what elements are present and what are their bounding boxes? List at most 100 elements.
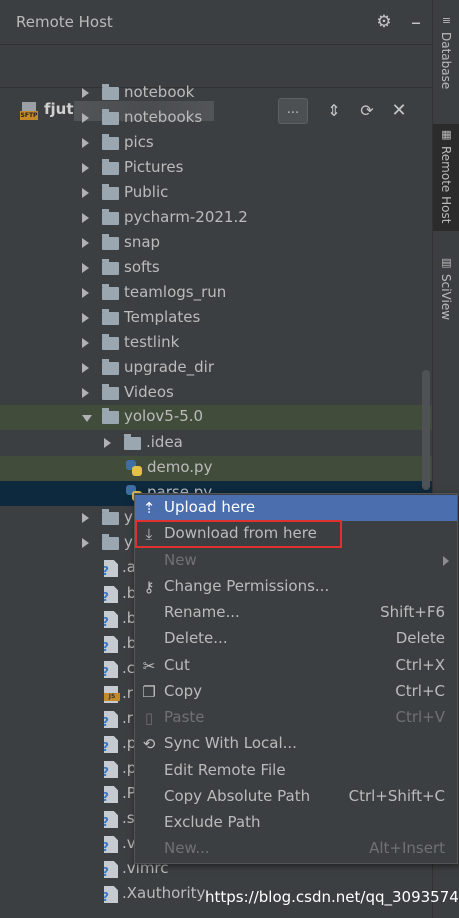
folder-icon [102,109,119,125]
menu-item-edit-remote-file[interactable]: Edit Remote File [135,758,457,784]
unknown-file-icon: ? [104,711,118,728]
tree-row[interactable]: demo.py [0,456,432,481]
collapsed-arrow-icon[interactable] [82,288,89,298]
tree-row[interactable]: snap [0,231,432,256]
collapsed-arrow-icon[interactable] [82,163,89,173]
folder-icon [102,134,119,150]
tree-row[interactable]: notebooks [0,106,432,131]
sidebar-tab-database[interactable]: ≡ Database [433,8,459,102]
tree-row-label: Pictures [124,158,184,176]
tree-row[interactable]: softs [0,256,432,281]
menu-item-upload-here[interactable]: ⇡ Upload here [135,495,457,521]
gear-icon[interactable]: ⚙ [374,12,394,32]
folder-icon [102,408,119,424]
menu-item-copy-absolute-path[interactable]: Copy Absolute Path Ctrl+Shift+C [135,784,457,810]
tree-row[interactable]: notebook [0,81,432,106]
tree-row-label: snap [124,233,161,251]
tree-row-label: .s [122,809,135,827]
tree-row[interactable]: upgrade_dir [0,356,432,381]
tree-row[interactable]: testlink [0,331,432,356]
menu-item-sync-with-local[interactable]: ⟲ Sync With Local... [135,731,457,757]
sync-icon: ⟲ [142,735,156,753]
collapsed-arrow-icon[interactable] [82,363,89,373]
menu-item-rename[interactable]: Rename... Shift+F6 [135,600,457,626]
collapsed-arrow-icon[interactable] [82,513,89,523]
tree-row-label: demo.py [147,458,213,476]
folder-icon [102,209,119,225]
server-icon: ▦ [441,128,452,141]
collapsed-arrow-icon[interactable] [82,538,89,548]
sidebar-tab-remote-host[interactable]: ▦ Remote Host [433,124,459,231]
collapsed-arrow-icon[interactable] [82,113,89,123]
collapsed-arrow-icon[interactable] [82,138,89,148]
collapsed-arrow-icon[interactable] [82,313,89,323]
folder-icon [102,259,119,275]
menu-item-exclude-path[interactable]: Exclude Path [135,810,457,836]
folder-icon [102,234,119,250]
folder-icon [102,309,119,325]
tree-row[interactable]: Videos [0,381,432,406]
menu-item-copy[interactable]: ❐ Copy Ctrl+C [135,679,457,705]
tree-row-label: softs [124,258,160,276]
minimize-icon[interactable]: – [406,12,426,32]
tree-row[interactable]: Pictures [0,156,432,181]
tree-row[interactable]: pics [0,131,432,156]
folder-icon [102,334,119,350]
unknown-file-icon: ? [104,560,118,577]
unknown-file-icon: ? [104,861,118,878]
unknown-file-icon: ? [104,661,118,678]
submenu-arrow-icon [443,556,449,566]
menu-item-new-file[interactable]: New... Alt+Insert [135,836,457,862]
key-icon: ⚷ [143,578,155,596]
menu-item-cut[interactable]: ✂ Cut Ctrl+X [135,653,457,679]
folder-icon [102,84,119,100]
menu-item-paste[interactable]: ▯ Paste Ctrl+V [135,705,457,731]
panel-title: Remote Host [16,13,113,31]
collapsed-arrow-icon[interactable] [82,188,89,198]
menu-item-new[interactable]: New [135,548,457,574]
tree-row-label: Videos [124,383,174,401]
tree-row-label: y [124,533,133,551]
unknown-file-icon: ? [104,761,118,778]
folder-icon [102,359,119,375]
menu-item-delete[interactable]: Delete... Delete [135,626,457,652]
tree-row[interactable]: pycharm-2021.2 [0,206,432,231]
unknown-file-icon: ? [104,736,118,753]
expanded-arrow-icon[interactable] [82,415,92,422]
collapsed-arrow-icon[interactable] [82,388,89,398]
menu-item-change-permissions[interactable]: ⚷ Change Permissions... [135,574,457,600]
collapsed-arrow-icon[interactable] [82,263,89,273]
tree-scrollbar[interactable] [422,370,430,490]
unknown-file-icon: ? [104,811,118,828]
folder-icon [102,534,119,550]
folder-icon [102,184,119,200]
grid-icon: ▤ [441,256,452,269]
tree-row[interactable]: Public [0,181,432,206]
panel-header: Remote Host ⚙ – [0,0,432,45]
tree-row[interactable]: yolov5-5.0 [0,405,432,430]
unknown-file-icon: ? [104,611,118,628]
folder-icon [102,384,119,400]
python-file-icon [126,460,142,477]
tree-row[interactable]: teamlogs_run [0,281,432,306]
collapsed-arrow-icon[interactable] [82,213,89,223]
unknown-file-icon: ? [104,886,118,903]
bottom-strip [0,909,432,918]
folder-icon [102,509,119,525]
tree-row-label: pycharm-2021.2 [124,208,248,226]
scissors-icon: ✂ [142,657,156,675]
unknown-file-icon: ? [104,586,118,603]
collapsed-arrow-icon[interactable] [104,438,111,448]
collapsed-arrow-icon[interactable] [82,338,89,348]
sidebar-tab-sciview[interactable]: ▤ SciView [433,252,459,324]
upload-icon: ⇡ [142,499,156,517]
collapsed-arrow-icon[interactable] [82,88,89,98]
tree-row-label: .r [122,684,133,702]
tree-row-label: .idea [146,433,183,451]
tree-row-label: .r [122,709,133,727]
highlight-box [135,520,342,548]
tree-row[interactable]: .idea [0,431,432,456]
tree-row[interactable]: Templates [0,306,432,331]
watermark-text: https://blog.csdn.net/qq_30935743 [205,888,459,906]
collapsed-arrow-icon[interactable] [82,238,89,248]
